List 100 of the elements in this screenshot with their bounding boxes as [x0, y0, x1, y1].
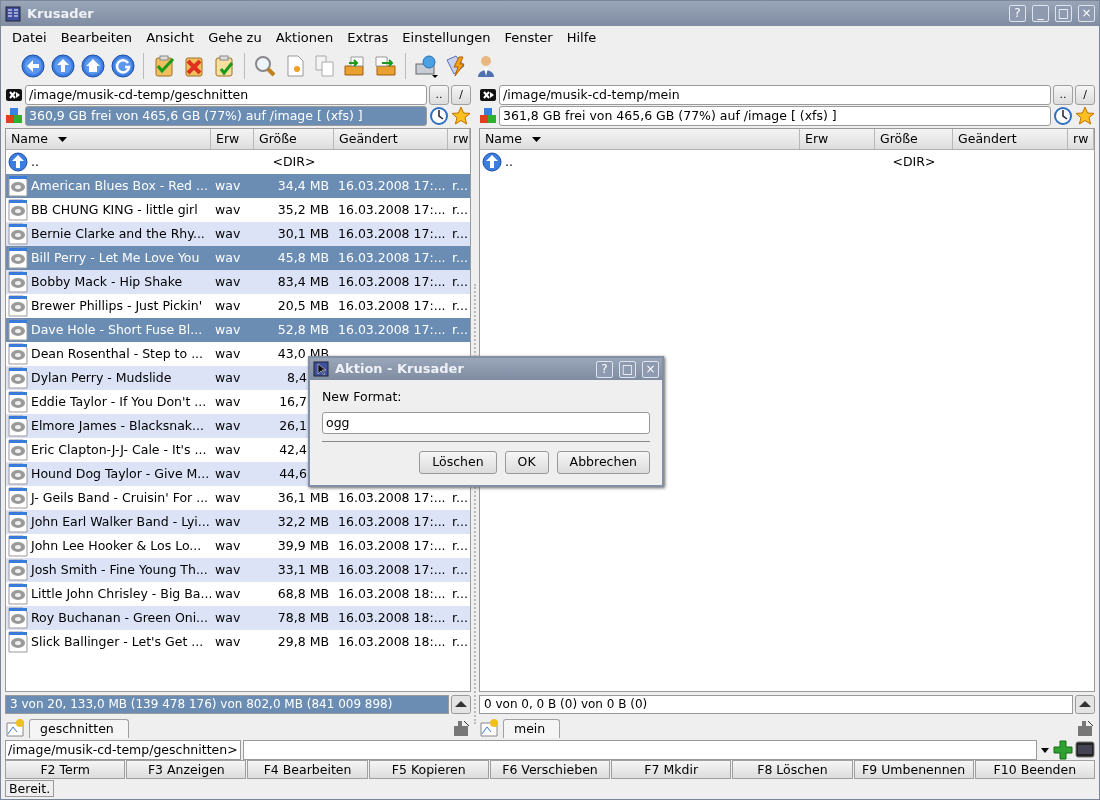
clipboard-check-icon[interactable] — [212, 54, 236, 78]
audio-file-icon — [8, 631, 28, 653]
column-header[interactable]: rw — [448, 129, 470, 149]
table-cell-text: r... — [451, 512, 469, 531]
function-key-button[interactable]: F10 Beenden — [974, 760, 1095, 779]
function-key-button[interactable]: F6 Verschieben — [489, 760, 611, 779]
file-name: Josh Smith - Fine Young Th... — [31, 560, 208, 579]
table-cell-text: 45,8 MB — [277, 248, 329, 267]
plus-icon[interactable] — [1053, 739, 1073, 760]
search-icon[interactable] — [253, 54, 277, 78]
history-icon[interactable] — [1053, 105, 1073, 126]
menu-item[interactable]: Bearbeiten — [53, 28, 140, 48]
panel-tab[interactable]: geschnitten — [29, 718, 129, 738]
path-button[interactable]: / — [1075, 84, 1095, 105]
up-icon[interactable] — [51, 54, 75, 78]
column-header[interactable]: Größe — [875, 129, 953, 149]
refresh-icon[interactable] — [111, 54, 135, 78]
function-key-button[interactable]: F3 Anzeigen — [126, 760, 247, 779]
file-name: .. — [505, 152, 513, 171]
file-row[interactable]: Slick Ballinger - Let's Get ... wav 29,8 MB 16.03.2008 18:... r... — [6, 630, 470, 654]
file-row[interactable]: Josh Smith - Fine Young Th... wav 33,1 MB 16.03.2008 17:... r... — [6, 558, 470, 582]
table-cell-text: wav — [214, 608, 242, 627]
path-button[interactable]: / — [451, 84, 471, 105]
menu-item[interactable]: Ansicht — [139, 28, 202, 48]
home-icon[interactable] — [81, 54, 105, 78]
box-arrow-icon[interactable] — [373, 54, 397, 78]
column-header[interactable]: Erw — [800, 129, 875, 149]
cubes-icon[interactable] — [5, 106, 23, 125]
menu-item[interactable]: Fenster — [497, 28, 560, 48]
table-cell-text: wav — [214, 560, 242, 579]
function-key-button[interactable]: F7 Mkdir — [611, 760, 732, 779]
menu-item[interactable]: Gehe zu — [201, 28, 269, 48]
function-key-button[interactable]: F8 Löschen — [732, 760, 853, 779]
status-text: 3 von 20, 133,0 MB (139 478 176) von 802,0 MB (841 009 898) — [5, 695, 449, 714]
command-field[interactable] — [242, 739, 1037, 760]
collapse-icon[interactable] — [1075, 695, 1095, 714]
column-header[interactable]: Name — [480, 129, 800, 149]
file-name: John Lee Hooker & Los Lo... — [31, 536, 202, 555]
dialog-button[interactable]: OK — [504, 450, 549, 474]
menu-item[interactable]: Datei — [5, 28, 54, 48]
table-cell-text: wav — [214, 392, 242, 411]
box-arrow-icon[interactable] — [343, 54, 367, 78]
lightning-icon[interactable] — [444, 54, 468, 78]
path-field[interactable]: /image/musik-cd-temp/mein — [499, 84, 1051, 105]
table-cell-text: 16.03.2008 17:... — [337, 536, 447, 555]
star-icon[interactable] — [451, 105, 471, 126]
column-header[interactable]: Geändert — [953, 129, 1068, 149]
window-title: Krusader — [27, 4, 95, 23]
clipboard-cross-icon[interactable] — [182, 54, 206, 78]
function-key-button[interactable]: F4 Bearbeiten — [247, 760, 368, 779]
audio-file-icon — [8, 175, 28, 197]
history-icon[interactable] — [429, 105, 449, 126]
file-row[interactable]: Bernie Clarke and the Rhy... wav 30,1 MB 16.03.2008 17:... r... — [6, 222, 470, 246]
column-header[interactable]: Name — [6, 129, 211, 149]
panel-tab[interactable]: mein — [503, 718, 561, 738]
close-tab-icon[interactable] — [451, 718, 471, 738]
back-icon[interactable] — [21, 54, 45, 78]
sort-arrow-icon[interactable] — [57, 136, 67, 142]
column-header[interactable]: Geändert — [334, 129, 448, 149]
function-key-button[interactable]: F5 Kopieren — [368, 760, 489, 779]
terminal-icon[interactable] — [1075, 739, 1095, 760]
file-row[interactable]: J- Geils Band - Cruisin' For ... wav 36,1 MB 16.03.2008 17:... r... — [6, 486, 470, 510]
monitor-globe-icon[interactable] — [414, 54, 438, 78]
file-row[interactable]: .. <DIR> — [6, 150, 470, 174]
dialog-button[interactable]: Löschen — [419, 450, 497, 474]
dialog-button[interactable]: Abbrechen — [556, 450, 650, 474]
collapse-icon[interactable] — [451, 695, 471, 714]
file-row[interactable]: Bobby Mack - Hip Shake wav 83,4 MB 16.03.2008 17:... r... — [6, 270, 470, 294]
file-row[interactable]: Roy Buchanan - Green Oni... wav 78,8 MB 16.03.2008 18:... r... — [6, 606, 470, 630]
file-row[interactable]: BB CHUNG KING - little girl wav 35,2 MB 16.03.2008 17:... r... — [6, 198, 470, 222]
file-row[interactable]: Brewer Phillips - Just Pickin' wav 20,5 MB 16.03.2008 17:... r... — [6, 294, 470, 318]
audio-file-icon — [8, 439, 28, 461]
file-row[interactable]: .. <DIR> — [480, 150, 1094, 174]
menu-item[interactable]: Einstellungen — [395, 28, 498, 48]
format-field[interactable]: ogg — [322, 411, 650, 434]
file-row[interactable]: Little John Chrisley - Big Ba... wav 68,8 MB 16.03.2008 18:... r... — [6, 582, 470, 606]
audio-file-icon — [8, 199, 28, 221]
file-name: Bernie Clarke and the Rhy... — [31, 224, 205, 243]
menu-item[interactable]: Hilfe — [559, 28, 604, 48]
function-key-button[interactable]: F9 Umbenennen — [853, 760, 974, 779]
table-cell-text: 16.03.2008 18:... — [337, 584, 447, 603]
close-tab-icon[interactable] — [1075, 718, 1095, 738]
sort-arrow-icon[interactable] — [531, 136, 541, 142]
path-button[interactable]: .. — [429, 84, 449, 105]
file-row[interactable]: John Earl Walker Band - Lyi... wav 32,2 MB 16.03.2008 17:... r... — [6, 510, 470, 534]
column-header[interactable]: rw — [1068, 129, 1094, 149]
star-icon[interactable] — [1075, 105, 1095, 126]
path-field[interactable]: /image/musik-cd-temp/geschnitten — [25, 84, 427, 105]
menu-item[interactable]: Extras — [340, 28, 396, 48]
menu-item[interactable]: Aktionen — [268, 28, 341, 48]
clipboard-check-icon[interactable] — [152, 54, 176, 78]
cubes-icon[interactable] — [479, 106, 497, 125]
column-header[interactable]: Erw — [211, 129, 254, 149]
path-button[interactable]: .. — [1053, 84, 1073, 105]
function-key-button[interactable]: F2 Term — [5, 760, 126, 779]
new-tab-icon[interactable] — [479, 718, 499, 738]
column-header[interactable]: Größe — [254, 129, 334, 149]
file-row[interactable]: John Lee Hooker & Los Lo... wav 39,9 MB 16.03.2008 17:... r... — [6, 534, 470, 558]
new-tab-icon[interactable] — [5, 718, 25, 738]
table-cell-text: wav — [214, 416, 242, 435]
